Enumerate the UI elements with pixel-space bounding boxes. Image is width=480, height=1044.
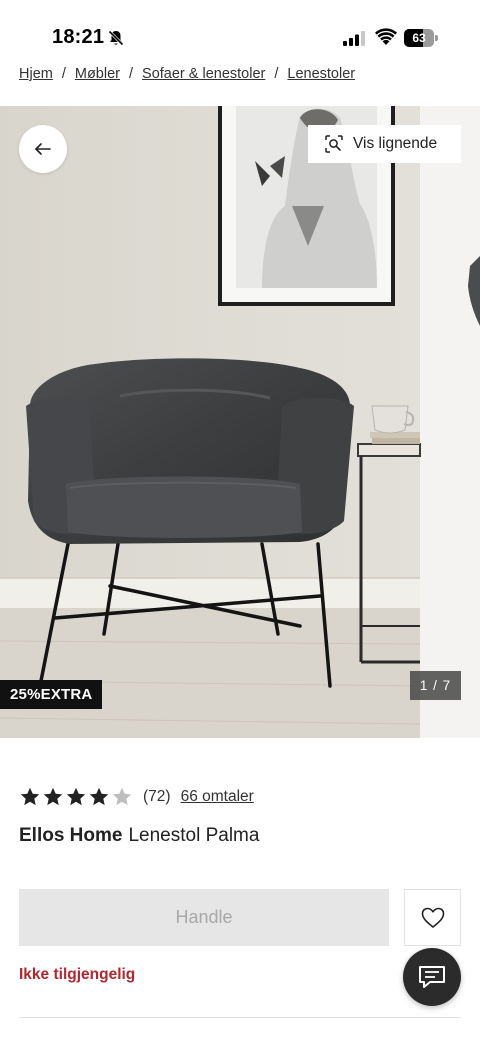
promo-badge: 25%EXTRA xyxy=(0,680,103,709)
wishlist-button[interactable] xyxy=(404,889,461,946)
bell-off-icon xyxy=(108,30,124,46)
heart-icon xyxy=(421,907,444,928)
star-rating xyxy=(19,786,133,808)
breadcrumb-item-mobler[interactable]: Møbler xyxy=(75,66,120,82)
star-filled-icon xyxy=(43,787,63,806)
breadcrumb-item-lenestoler[interactable]: Lenestoler xyxy=(287,66,355,82)
breadcrumb-separator: / xyxy=(129,66,134,82)
rating: (72) 66 omtaler xyxy=(19,785,254,809)
reviews-link[interactable]: 66 omtaler xyxy=(181,788,254,806)
breadcrumb: Hjem / Møbler / Sofaer & lenestoler / Lenestol… xyxy=(19,66,355,86)
star-empty-icon xyxy=(112,787,132,806)
back-button[interactable] xyxy=(19,125,67,173)
star-filled-icon xyxy=(66,787,86,806)
chat-button[interactable] xyxy=(403,948,461,1006)
status-time: 18:21 xyxy=(52,26,105,48)
similar-products-label: Vis lignende xyxy=(353,135,438,152)
battery-indicator: 63 xyxy=(404,29,438,47)
availability-status: Ikke tilgjengelig xyxy=(19,966,136,983)
visual-search-icon xyxy=(325,135,343,153)
chat-icon xyxy=(419,966,445,988)
rating-count: (72) xyxy=(143,788,171,805)
breadcrumb-item-hjem[interactable]: Hjem xyxy=(19,66,53,82)
image-page-counter: 1 / 7 xyxy=(410,671,461,700)
breadcrumb-separator: / xyxy=(274,66,279,82)
brand-name[interactable]: Ellos Home xyxy=(19,825,122,846)
product-image-gallery[interactable] xyxy=(0,106,480,738)
similar-products-button[interactable]: Vis lignende xyxy=(308,125,461,163)
divider xyxy=(19,1017,461,1018)
status-bar: 18:21 63 xyxy=(0,0,480,62)
star-filled-icon xyxy=(20,787,40,806)
breadcrumb-separator: / xyxy=(61,66,66,82)
buy-button[interactable]: Handle xyxy=(19,889,389,946)
cellular-signal-icon xyxy=(343,31,365,46)
wifi-icon xyxy=(375,28,397,45)
product-image xyxy=(0,106,480,738)
arrow-left-icon xyxy=(35,143,51,155)
star-filled-icon xyxy=(89,787,109,806)
product-title: Ellos Home Lenestol Palma xyxy=(19,825,259,847)
breadcrumb-item-sofaer[interactable]: Sofaer & lenestoler xyxy=(142,66,265,82)
battery-level: 63 xyxy=(412,31,426,45)
product-name: Lenestol Palma xyxy=(128,825,260,846)
